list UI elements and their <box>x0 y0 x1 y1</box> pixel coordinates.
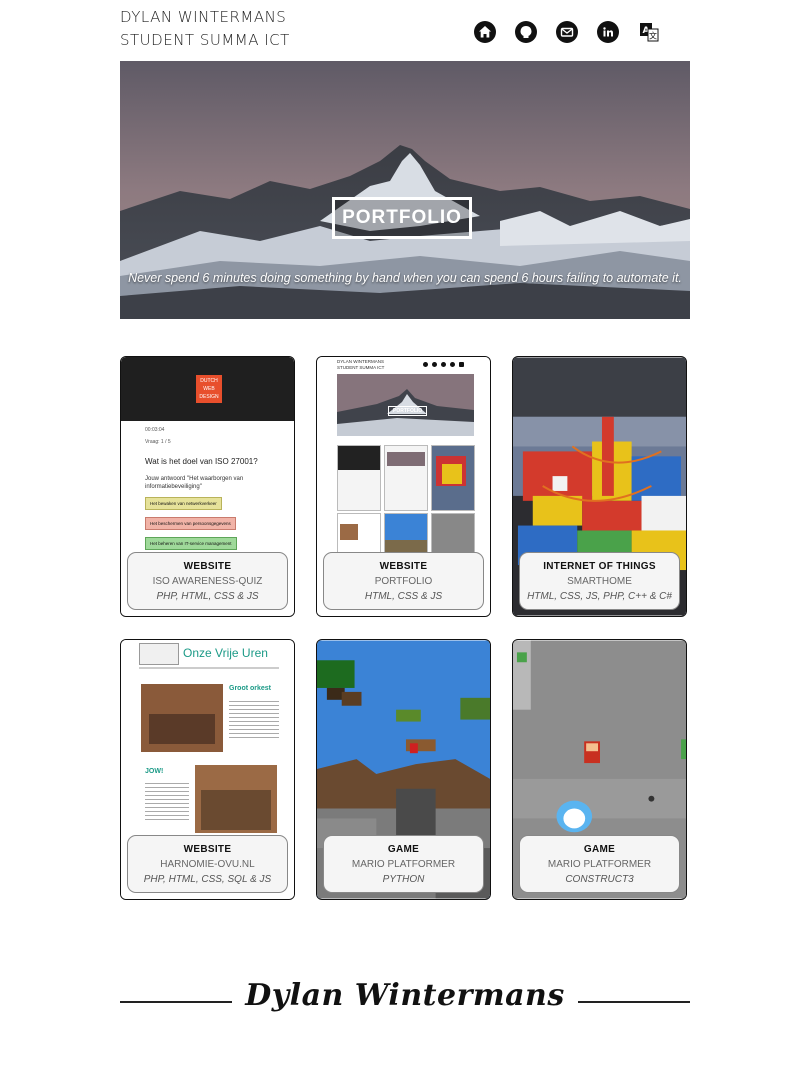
harmonie-logo <box>139 643 179 665</box>
project-name: HARNOMIE-OVU.NL <box>160 859 255 870</box>
project-category: WEBSITE <box>183 844 232 855</box>
quiz-header: DUTCH WEB DESIGN <box>121 357 294 421</box>
quiz-option: Het beschermen van persoonsgegevens <box>145 517 236 530</box>
footer-signature: Dylan Wintermans <box>245 978 565 1013</box>
project-label: WEBSITE HARNOMIE-OVU.NL PHP, HTML, CSS, … <box>127 835 288 893</box>
social-icons: A文 <box>474 21 660 43</box>
quiz-step: Vraag: 1 / 5 <box>145 439 171 445</box>
project-category: WEBSITE <box>183 561 232 572</box>
footer-divider-right <box>578 1001 690 1003</box>
project-tech: PHP, HTML, CSS & JS <box>156 591 259 602</box>
portfolio-button[interactable]: PORTFOLIO <box>332 197 472 239</box>
harmonie-heading-jow: JOW! <box>145 768 164 775</box>
project-card-smarthome[interactable]: INTERNET OF THINGS SMARTHOME HTML, CSS, … <box>512 356 687 617</box>
project-tech: HTML, CSS, JS, PHP, C++ & C# <box>527 591 672 602</box>
project-label: WEBSITE ISO AWARENESS-QUIZ PHP, HTML, CS… <box>127 552 288 610</box>
quiz-timer: 00:03:04 <box>145 427 165 433</box>
project-category: WEBSITE <box>379 561 428 572</box>
project-label: GAME MARIO PLATFORMER CONSTRUCT3 <box>519 835 680 893</box>
linkedin-icon[interactable] <box>597 21 619 43</box>
home-icon[interactable] <box>474 21 496 43</box>
mini-card <box>431 513 475 555</box>
project-card-mario-construct[interactable]: GAME MARIO PLATFORMER CONSTRUCT3 <box>512 639 687 900</box>
project-card-portfolio[interactable]: DYLAN WINTERMANS STUDENT SUMMA ICT PORTFO… <box>316 356 491 617</box>
project-category: GAME <box>387 844 420 855</box>
svg-text:文: 文 <box>649 31 657 41</box>
project-name: MARIO PLATFORMER <box>351 859 456 870</box>
project-label: WEBSITE PORTFOLIO HTML, CSS & JS <box>323 552 484 610</box>
orchestra-photo <box>141 684 223 752</box>
project-label: GAME MARIO PLATFORMER PYTHON <box>323 835 484 893</box>
hero-banner: PORTFOLIO Never spend 6 minutes doing so… <box>120 61 690 319</box>
mail-icon[interactable] <box>556 21 578 43</box>
quiz-answer: Jouw antwoord "Het waarborgen van informa… <box>145 476 244 490</box>
project-tech: PHP, HTML, CSS, SQL & JS <box>143 874 272 885</box>
project-name: MARIO PLATFORMER <box>547 859 652 870</box>
jow-photo <box>195 765 277 833</box>
dutch-web-design-logo: DUTCH WEB DESIGN <box>196 375 222 403</box>
mini-site-header: DYLAN WINTERMANS STUDENT SUMMA ICT <box>337 359 385 370</box>
mini-card <box>337 513 381 555</box>
quiz-option: Het bewaken van netwerkverkeer <box>145 497 222 510</box>
mini-card <box>431 445 475 511</box>
project-category: GAME <box>583 844 616 855</box>
project-card-harmonie[interactable]: Onze Vrije Uren Groot orkest JOW! WEBSIT… <box>120 639 295 900</box>
project-name: ISO AWARENESS-QUIZ <box>152 576 263 587</box>
project-tech: HTML, CSS & JS <box>364 591 443 602</box>
github-icon[interactable] <box>515 21 537 43</box>
mini-card <box>384 445 428 511</box>
translate-icon[interactable]: A文 <box>638 21 660 43</box>
harmonie-heading-orkest: Groot orkest <box>229 685 272 692</box>
project-name: PORTFOLIO <box>374 576 433 587</box>
site-header: DYLAN WINTERMANS STUDENT SUMMA ICT A文 <box>120 6 690 56</box>
footer-divider-left <box>120 1001 232 1003</box>
harmonie-nav <box>139 667 279 669</box>
harmonie-site-title: Onze Vrije Uren <box>183 646 268 660</box>
project-card-mario-python[interactable]: GAME MARIO PLATFORMER PYTHON <box>316 639 491 900</box>
harmonie-text-block <box>229 698 279 738</box>
mini-card <box>384 513 428 555</box>
mini-icons <box>423 362 464 367</box>
project-label: INTERNET OF THINGS SMARTHOME HTML, CSS, … <box>519 552 680 610</box>
quiz-option: Het beheren van IT-service management <box>145 537 237 550</box>
harmonie-text-block <box>145 780 189 820</box>
project-category: INTERNET OF THINGS <box>543 561 656 572</box>
project-card-iso-quiz[interactable]: DUTCH WEB DESIGN 00:03:04 Vraag: 1 / 5 Wat… <box>120 356 295 617</box>
mini-hero-image <box>337 374 474 436</box>
hero-quote: Never spend 6 minutes doing something by… <box>128 271 682 285</box>
project-name: SMARTHOME <box>567 576 632 587</box>
mini-card <box>337 445 381 511</box>
project-tech: PYTHON <box>382 874 425 885</box>
project-tech: CONSTRUCT3 <box>565 874 634 885</box>
quiz-question: Wat is het doel van ISO 27001? <box>145 457 258 466</box>
mini-portfolio-button: PORTFOLIO <box>388 406 428 416</box>
